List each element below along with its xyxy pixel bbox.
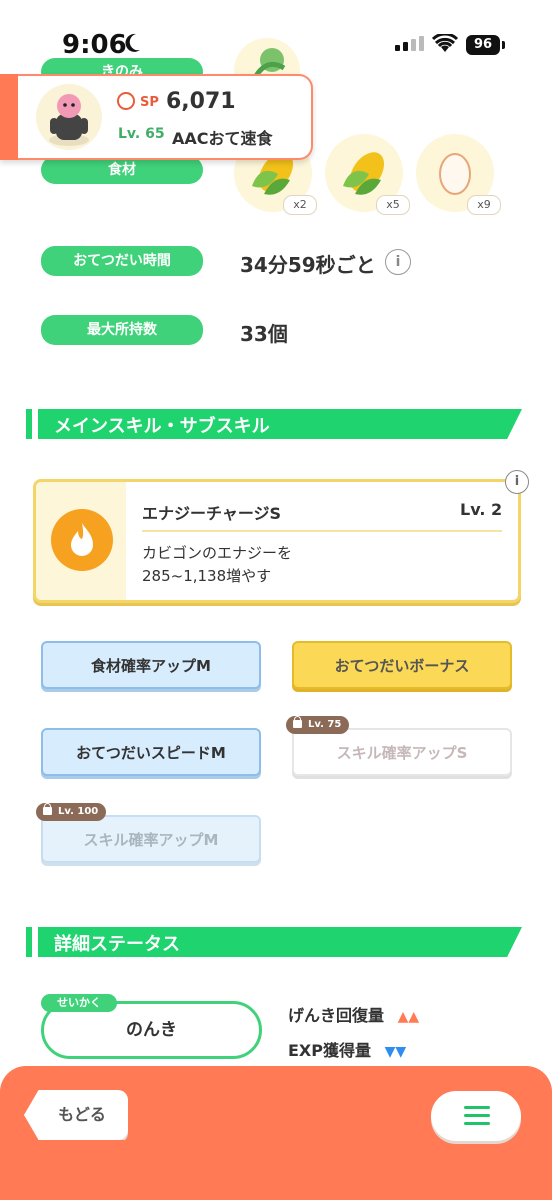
battery-indicator: 96: [466, 35, 500, 55]
info-icon[interactable]: i: [385, 249, 411, 275]
energy-recovery-label: げんき回復量: [288, 1006, 385, 1025]
menu-icon-line: [464, 1122, 490, 1125]
max-carry-label: 最大所持数: [41, 315, 203, 345]
pokeball-icon: [117, 92, 135, 110]
sub-skill-4-button[interactable]: スキル確率アップS: [292, 728, 512, 776]
sub-skill-4-lock-tag: Lv. 75: [286, 716, 350, 734]
skills-section-title: メインスキル・サブスキル: [54, 416, 270, 437]
pokemon-avatar: [36, 84, 102, 150]
exp-label: EXP獲得量: [288, 1041, 371, 1060]
menu-icon-line: [464, 1106, 490, 1109]
help-time-label: おてつだい時間: [41, 246, 203, 276]
sub-skill-2-button[interactable]: おてつだいボーナス: [292, 641, 512, 689]
battery-nub: [502, 41, 505, 49]
sub-skill-5-lock-level: Lv. 100: [58, 806, 99, 817]
ingredient-label-pill: 食材: [41, 156, 203, 184]
main-skill-description-line1: カビゴンのエナジーを: [142, 544, 293, 562]
sub-skill-1-button[interactable]: 食材確率アップM: [41, 641, 261, 689]
max-carry-value: 33個: [240, 322, 288, 346]
main-skill-description-line2: 285~1,138増やす: [142, 567, 272, 585]
down-arrows-icon: ▼▼: [384, 1044, 407, 1060]
nature-tag: せいかく: [41, 994, 117, 1012]
ingredient-count-1: x2: [283, 195, 317, 215]
details-section-title: 詳細ステータス: [54, 934, 180, 955]
pokemon-level: Lv. 65: [118, 126, 165, 142]
back-button[interactable]: もどる: [24, 1090, 128, 1140]
main-skill-level: Lv. 2: [460, 500, 503, 519]
sub-skill-3-button[interactable]: おてつだいスピードM: [41, 728, 261, 776]
lock-icon: [43, 803, 52, 815]
up-arrows-icon: ▲▲: [397, 1009, 420, 1025]
sp-label: SP: [140, 95, 159, 110]
moon-icon: [125, 33, 140, 52]
sp-value: 6,071: [166, 89, 236, 114]
lock-icon: [293, 716, 302, 728]
energy-recovery-row: げんき回復量 ▲▲: [288, 1002, 419, 1026]
main-skill-description: カビゴンのエナジーを 285~1,138増やす: [142, 542, 292, 588]
exp-row: EXP獲得量 ▼▼: [288, 1037, 406, 1061]
sub-skill-5-button[interactable]: スキル確率アップM: [41, 815, 261, 863]
menu-button[interactable]: [431, 1091, 521, 1141]
signal-icon: [395, 36, 424, 51]
wifi-icon: [432, 34, 458, 52]
pokemon-card-stripe: [0, 74, 18, 160]
main-skill-info-icon[interactable]: i: [505, 470, 529, 494]
menu-icon-line: [464, 1114, 490, 1117]
ingredient-count-3: x9: [467, 195, 501, 215]
flame-icon: [51, 509, 113, 571]
sub-skill-4-lock-level: Lv. 75: [308, 719, 342, 730]
status-time: 9:06: [62, 30, 127, 60]
pokemon-name: AACおて速食: [172, 129, 273, 148]
main-skill-name: エナジーチャージS: [142, 504, 282, 523]
main-skill-divider: [142, 530, 502, 532]
help-time-value: 34分59秒ごと: [240, 253, 376, 277]
ingredient-count-2: x5: [376, 195, 410, 215]
sub-skill-5-lock-tag: Lv. 100: [36, 803, 107, 821]
